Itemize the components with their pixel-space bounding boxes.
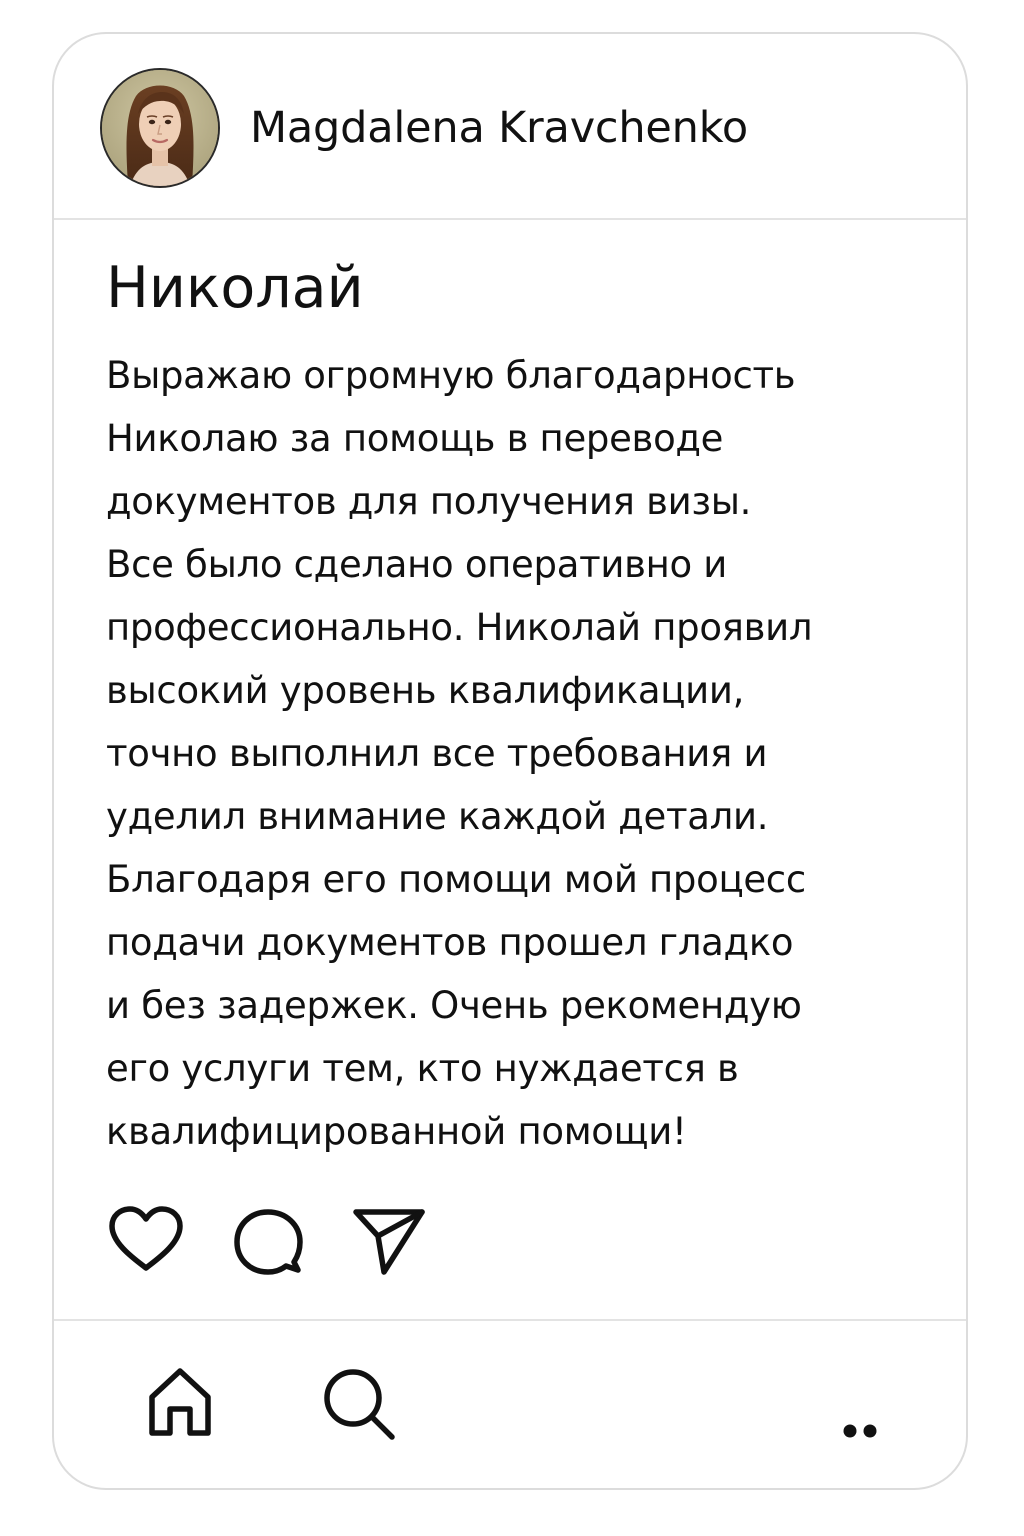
header-divider (54, 218, 966, 220)
post-body-line: подачи документов прошел гладко (106, 921, 794, 964)
post-title: Николай (106, 255, 364, 321)
post-body-line: его услуги тем, кто нуждается в (106, 1047, 739, 1090)
nav-search-button[interactable] (320, 1365, 400, 1445)
more-icon (843, 1424, 877, 1438)
post-body-line: квалифицированной помощи! (106, 1110, 687, 1153)
post-body-line: Благодаря его помощи мой процесс (106, 858, 806, 901)
post-body-line: документов для получения визы. (106, 480, 752, 523)
author-name[interactable]: Magdalena Kravchenko (250, 100, 748, 156)
post-body-line: уделил внимание каждой детали. (106, 795, 769, 838)
post-card: Magdalena Kravchenko Николай Выражаю огр… (52, 32, 968, 1490)
post-body-line: высокий уровень квалификации, (106, 669, 745, 712)
post-body-line: профессионально. Николай проявил (106, 606, 813, 649)
post-body-line: и без задержек. Очень рекомендую (106, 984, 802, 1027)
post-body-line: Николаю за помощь в переводе (106, 417, 724, 460)
avatar[interactable] (100, 68, 220, 188)
post-body-line: точно выполнил все требования и (106, 732, 768, 775)
heart-icon (109, 1206, 183, 1271)
comment-icon (234, 1209, 303, 1275)
post-body-line: Выражаю огромную благодарность (106, 354, 796, 397)
bottom-nav (54, 1321, 966, 1488)
home-icon (149, 1368, 211, 1436)
avatar-photo (102, 70, 218, 186)
like-button[interactable] (106, 1204, 186, 1276)
post-body: Выражаю огромную благодарность Николаю з… (106, 344, 946, 1163)
post-header: Magdalena Kravchenko (54, 34, 966, 218)
comment-button[interactable] (232, 1206, 304, 1278)
post-body-line: Все было сделано оперативно и (106, 543, 728, 586)
share-button[interactable] (352, 1206, 428, 1278)
share-icon (353, 1209, 425, 1275)
nav-home-button[interactable] (144, 1365, 216, 1439)
nav-more-button[interactable] (840, 1421, 882, 1441)
search-icon (324, 1369, 395, 1440)
